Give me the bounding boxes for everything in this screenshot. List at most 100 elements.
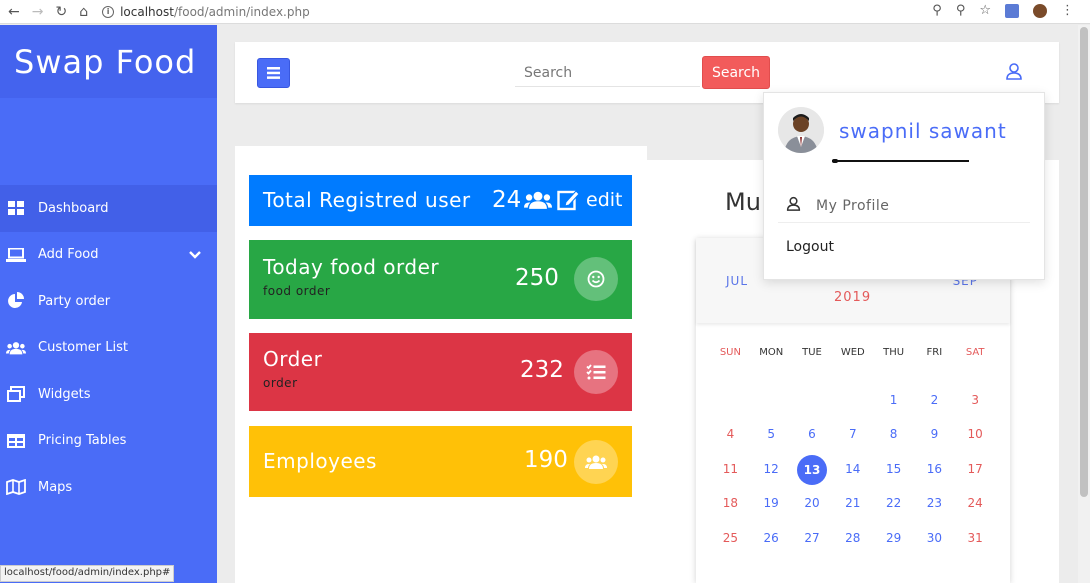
sidebar-item-label: Widgets	[38, 386, 91, 402]
browser-profile-icon[interactable]	[1033, 3, 1047, 18]
calendar-day[interactable]: 27	[792, 524, 833, 552]
calendar-year: 2019	[834, 290, 872, 305]
star-icon[interactable]: ☆	[979, 3, 991, 18]
browser-status-bar: localhost/food/admin/index.php#	[0, 565, 175, 582]
today-food-order-tile[interactable]: Today food order food order 250	[249, 240, 632, 319]
calendar-day[interactable]: 25	[710, 524, 751, 552]
sidebar-item-label: Customer List	[38, 340, 129, 356]
scrollbar-thumb[interactable]	[1080, 27, 1088, 497]
sidebar-item-label: Dashboard	[38, 200, 109, 216]
laptop-icon	[6, 245, 26, 265]
more-menu-icon[interactable]: ⋮	[1061, 3, 1074, 18]
weekday-label: SAT	[965, 347, 985, 358]
sidebar-item-party-order[interactable]: Party order	[0, 278, 217, 325]
sidebar-item-widgets[interactable]: Widgets	[0, 371, 217, 418]
sidebar-item-maps[interactable]: Maps	[0, 464, 217, 511]
calendar-day[interactable]: 26	[751, 524, 792, 552]
calendar-day[interactable]: 12	[751, 455, 792, 483]
reload-icon[interactable]: ↻	[55, 5, 67, 19]
calendar-day[interactable]: 1	[873, 386, 914, 414]
home-icon[interactable]: ⌂	[79, 5, 88, 19]
table-icon	[6, 431, 26, 451]
calendar-day[interactable]: 29	[873, 524, 914, 552]
calendar-day[interactable]: 14	[832, 455, 873, 483]
pie-chart-icon	[6, 291, 26, 311]
weekday-label: FRI	[926, 347, 943, 358]
calendar-day-today[interactable]: 13	[792, 455, 833, 485]
calendar-day[interactable]: 11	[710, 455, 751, 483]
browser-toolbar: ← → ↻ ⌂ i localhost/food/admin/index.php…	[0, 0, 1090, 24]
users-icon	[574, 440, 618, 484]
search-button[interactable]: Search	[702, 56, 770, 89]
employees-tile[interactable]: Employees 190	[249, 426, 632, 497]
edit-icon[interactable]	[557, 188, 580, 215]
sidebar-item-label: Maps	[38, 479, 73, 495]
calendar-day[interactable]: 5	[751, 420, 792, 448]
calendar-day[interactable]: 20	[792, 489, 833, 517]
sidebar-item-dashboard[interactable]: Dashboard	[0, 185, 217, 232]
calendar-day[interactable]: 9	[914, 420, 955, 448]
logout-menu-item[interactable]: Logout	[786, 239, 834, 255]
calendar-day[interactable]: 15	[873, 455, 914, 483]
sidebar-item-pricing-tables[interactable]: Pricing Tables	[0, 418, 217, 465]
registered-users-tile[interactable]: Total Registred user 24 edit	[249, 175, 632, 226]
order-tile[interactable]: Order order 232	[249, 333, 632, 411]
chevron-down-icon[interactable]	[189, 248, 201, 263]
calendar-day[interactable]: 31	[955, 524, 996, 552]
sidebar-item-customer-list[interactable]: Customer List	[0, 325, 217, 372]
zoom-icon[interactable]: ⚲	[956, 3, 966, 18]
search-input[interactable]	[515, 59, 700, 87]
page-scrollbar[interactable]	[1078, 25, 1090, 583]
calendar-day[interactable]: 8	[873, 420, 914, 448]
calendar-day[interactable]: 17	[955, 455, 996, 483]
calendar-day[interactable]: 24	[955, 489, 996, 517]
calendar-day[interactable]: 3	[955, 386, 996, 414]
tile-title: Total Registred user	[263, 188, 471, 212]
prev-month-button[interactable]: JUL	[726, 274, 748, 288]
hamburger-menu-button[interactable]	[257, 58, 290, 88]
tile-count: 250	[515, 265, 559, 291]
sidebar-item-add-food[interactable]: Add Food	[0, 232, 217, 279]
calendar-day[interactable]: 6	[792, 420, 833, 448]
tile-title: Today food order	[263, 255, 440, 279]
stats-card: Total Registred user 24 edit Today food …	[235, 146, 647, 583]
tile-count: 232	[520, 357, 564, 383]
calendar-day[interactable]: 7	[832, 420, 873, 448]
calendar-day[interactable]: 19	[751, 489, 792, 517]
calendar-day[interactable]: 23	[914, 489, 955, 517]
tile-title: Employees	[263, 449, 377, 473]
address-bar[interactable]: i localhost/food/admin/index.php	[102, 5, 310, 19]
weekday-label: MON	[759, 347, 784, 358]
tile-subtitle: food order	[263, 284, 331, 298]
back-icon[interactable]: ←	[8, 5, 20, 19]
map-icon	[6, 477, 26, 497]
calendar-day[interactable]: 28	[832, 524, 873, 552]
my-profile-menu-item[interactable]: My Profile	[778, 189, 1030, 223]
user-icon	[786, 196, 801, 215]
users-icon	[6, 338, 26, 358]
user-icon[interactable]	[1005, 62, 1023, 84]
info-icon[interactable]: i	[102, 5, 115, 18]
calendar-day[interactable]: 10	[955, 420, 996, 448]
tile-count: 190	[524, 447, 568, 473]
key-icon[interactable]: ⚲	[932, 3, 942, 18]
tile-title: Order	[263, 347, 323, 371]
sidebar-item-label: Pricing Tables	[38, 433, 127, 449]
brand-logo[interactable]: Swap Food	[0, 25, 217, 98]
forward-icon[interactable]: →	[32, 5, 44, 19]
sidebar: Swap Food Dashboard Add Food Party order	[0, 25, 217, 583]
calendar-day[interactable]: 30	[914, 524, 955, 552]
sidebar-menu: Dashboard Add Food Party order Customer …	[0, 185, 217, 511]
extension-icon[interactable]	[1005, 3, 1019, 18]
calendar-day[interactable]: 21	[832, 489, 873, 517]
calendar-day[interactable]: 18	[710, 489, 751, 517]
task-list-icon	[574, 350, 618, 394]
calendar-day-number: 13	[796, 455, 827, 485]
calendar-day[interactable]: 4	[710, 420, 751, 448]
calendar-day[interactable]: 2	[914, 386, 955, 414]
users-icon	[524, 191, 552, 213]
edit-link[interactable]: edit	[586, 189, 622, 211]
grid-icon	[6, 198, 26, 218]
calendar-day[interactable]: 22	[873, 489, 914, 517]
calendar-day[interactable]: 16	[914, 455, 955, 483]
